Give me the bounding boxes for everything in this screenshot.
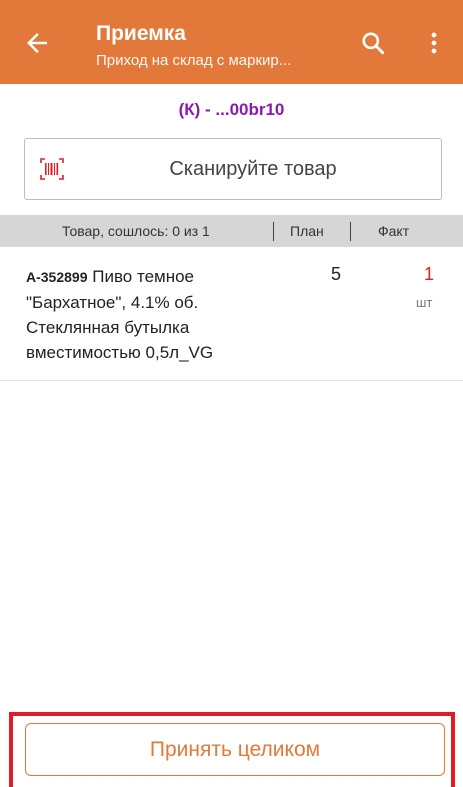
column-item-header: Товар, сошлось: 0 из 1 <box>62 223 210 239</box>
column-plan-header: План <box>290 223 324 239</box>
accept-all-button[interactable]: Принять целиком <box>25 723 445 776</box>
column-fact-header: Факт <box>378 223 410 239</box>
column-divider <box>273 222 274 241</box>
item-description: А-352899 Пиво темное "Бархатное", 4.1% о… <box>26 264 276 365</box>
arrow-left-icon[interactable] <box>22 28 52 58</box>
item-unit: шт <box>416 295 433 310</box>
table-header: Товар, сошлось: 0 из 1 План Факт <box>0 215 463 247</box>
app-bar: Приемка Приход на склад с маркир... <box>0 0 463 84</box>
document-code: (К) - ...00br10 <box>178 100 285 119</box>
search-icon[interactable] <box>360 30 386 56</box>
more-vert-icon[interactable] <box>424 30 444 56</box>
item-fact-quantity: 1 <box>424 264 435 284</box>
table-row[interactable]: А-352899 Пиво темное "Бархатное", 4.1% о… <box>0 254 463 381</box>
item-plan-quantity: 5 <box>331 264 342 284</box>
column-divider <box>350 222 351 241</box>
page-title: Приемка <box>96 22 186 45</box>
scan-item-field[interactable]: Сканируйте товар <box>24 138 442 200</box>
page-subtitle: Приход на склад с маркир... <box>96 52 292 69</box>
scan-item-label: Сканируйте товар <box>169 158 337 180</box>
item-article: А-352899 <box>26 269 88 285</box>
